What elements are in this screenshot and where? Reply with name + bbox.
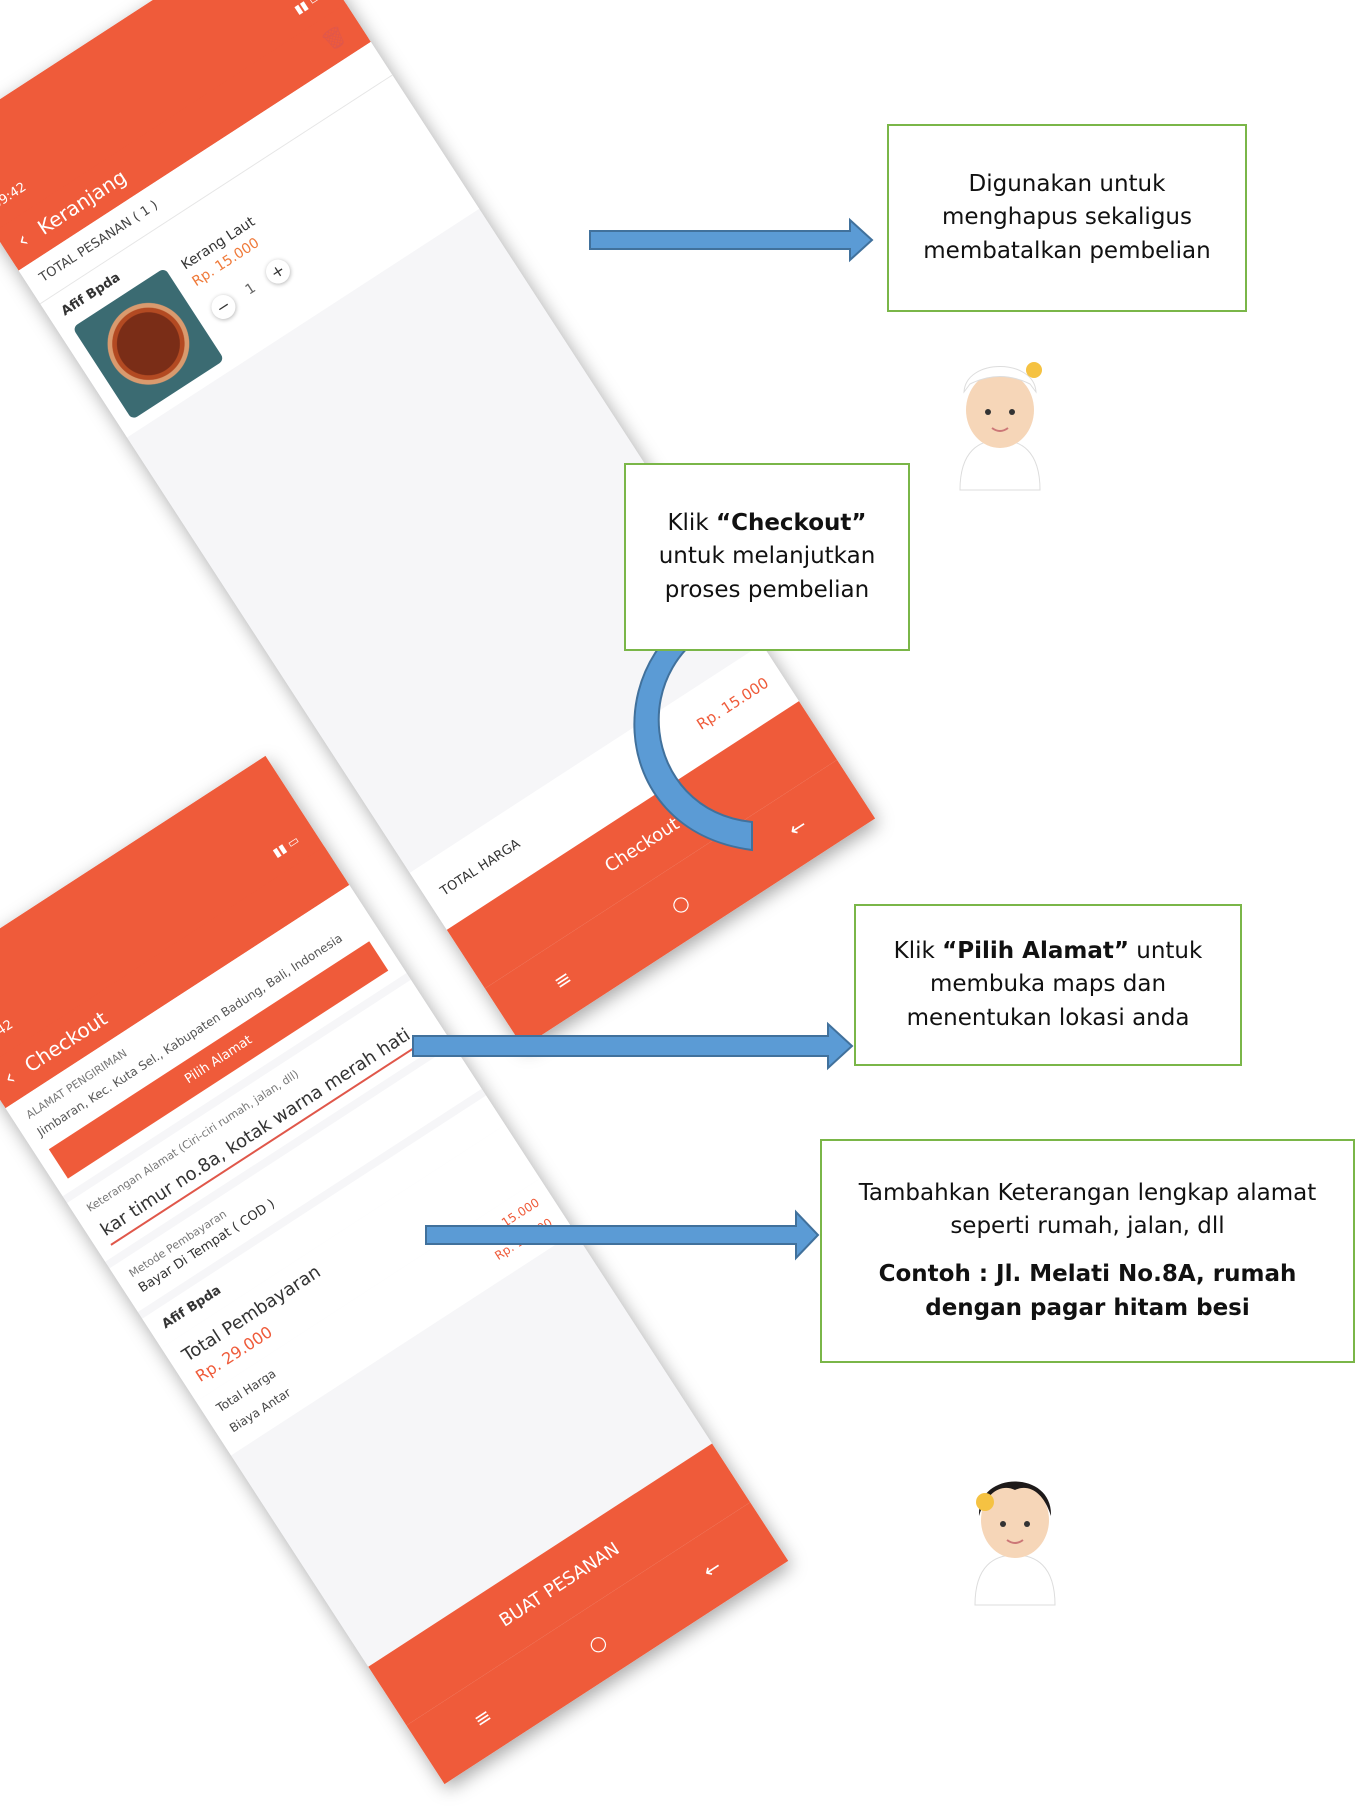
note-checkout-bold: “Checkout” [715, 509, 867, 536]
arrow-right-icon [412, 1021, 854, 1071]
status-time: 09:42 [0, 179, 30, 213]
total-value: Rp. 15.000 [693, 673, 772, 734]
note-pick-bold: “Pilih Alamat” [942, 937, 1129, 964]
note-address-detail: Tambahkan Keterangan lengkap alamat sepe… [820, 1139, 1355, 1363]
signal-battery-icon: ▮▮ ▭ [270, 832, 302, 860]
status-time: 09:42 [0, 1017, 17, 1051]
note-address-line1: Tambahkan Keterangan lengkap alamat sepe… [858, 1179, 1317, 1240]
note-address-example: Contoh : Jl. Melati No.8A, rumah dengan … [878, 1261, 1297, 1321]
balinese-girl-illustration [974, 1481, 1056, 1606]
home-icon[interactable]: ○ [666, 889, 694, 919]
decrease-button[interactable]: − [206, 290, 241, 324]
note-pick-address: Klik “Pilih Alamat” untuk membuka maps d… [854, 904, 1242, 1066]
note-delete: Digunakan untuk menghapus sekaligus memb… [887, 124, 1247, 312]
note-checkout: Klik “Checkout” untuk melanjutkan proses… [624, 463, 910, 651]
nav-back-icon[interactable]: ← [699, 1554, 726, 1583]
note-pick-address-text: Klik “Pilih Alamat” untuk membuka maps d… [866, 935, 1230, 1036]
signal-battery-icon: ▮▮ ▭ [291, 0, 324, 17]
home-icon[interactable]: ○ [584, 1628, 612, 1658]
balinese-boy-illustration [959, 362, 1042, 491]
nav-back-icon[interactable]: ← [784, 813, 811, 842]
increase-button[interactable]: + [261, 254, 295, 289]
arrow-right-icon [589, 217, 874, 263]
quantity-value: 1 [242, 280, 259, 299]
note-checkout-prefix: Klik [667, 509, 716, 536]
note-delete-text: Digunakan untuk menghapus sekaligus memb… [923, 170, 1211, 264]
trash-icon[interactable]: 🗑 [317, 21, 351, 55]
menu-icon[interactable]: ≡ [549, 965, 576, 994]
note-pick-prefix: Klik [893, 937, 943, 964]
note-checkout-text: Klik “Checkout” untuk melanjutkan proses… [636, 507, 898, 608]
menu-icon[interactable]: ≡ [469, 1703, 496, 1732]
note-checkout-suffix: untuk melanjutkan proses pembelian [658, 543, 876, 603]
